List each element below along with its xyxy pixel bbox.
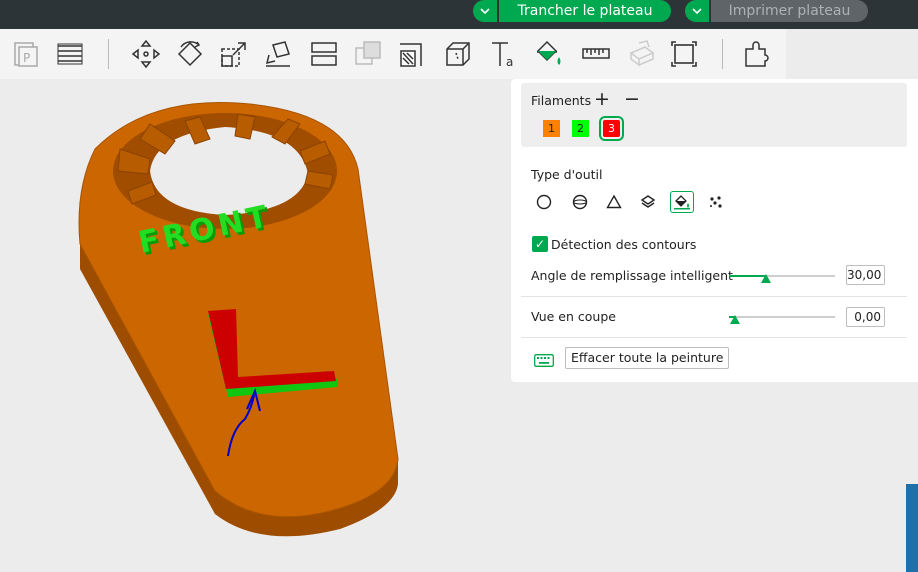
chevron-down-icon[interactable] — [685, 0, 709, 22]
rotate-icon[interactable] — [174, 38, 206, 70]
filament-chip-3[interactable]: 3 — [599, 116, 624, 141]
edge-detection-checkbox[interactable]: ✓ — [532, 236, 548, 252]
section-view-input[interactable]: 0,00 — [846, 307, 885, 327]
text-icon[interactable]: a — [488, 38, 520, 70]
filaments-title: Filaments — [531, 93, 592, 108]
triangle-icon[interactable] — [602, 191, 626, 213]
print-plate-button[interactable]: Imprimer plateau — [685, 0, 868, 22]
filament-chip-2[interactable]: 2 — [572, 120, 589, 137]
gap-fill-icon[interactable] — [704, 191, 728, 213]
bucket-fill-icon[interactable] — [670, 191, 694, 213]
lay-on-face-icon[interactable] — [262, 38, 294, 70]
remove-filament-button[interactable]: − — [622, 88, 642, 110]
smart-fill-angle-input[interactable]: 30,00 — [846, 265, 885, 285]
print-plate-label[interactable]: Imprimer plateau — [711, 0, 868, 22]
filament-chip-1[interactable]: 1 — [543, 120, 560, 137]
split-icon[interactable] — [308, 38, 340, 70]
divider — [521, 337, 907, 338]
slider-track — [729, 316, 835, 318]
measure-box-icon[interactable] — [442, 38, 474, 70]
slider-thumb[interactable] — [761, 274, 771, 283]
cut-icon[interactable] — [396, 38, 428, 70]
slice-plate-label[interactable]: Trancher le plateau — [499, 0, 671, 22]
plate-icon[interactable]: P — [10, 38, 42, 70]
section-view-slider[interactable] — [729, 311, 835, 325]
ruler-icon[interactable] — [580, 38, 612, 70]
smart-fill-angle-label: Angle de remplissage intelligent — [531, 268, 733, 283]
slice-plate-button[interactable]: Trancher le plateau — [473, 0, 671, 22]
top-bar: Trancher le plateau Imprimer plateau — [0, 0, 918, 29]
paint-panel: Filaments + − 1 2 3 Type d'outil ✓ Détec… — [511, 79, 918, 382]
add-filament-button[interactable]: + — [592, 88, 612, 110]
support-icon[interactable] — [742, 38, 774, 70]
keyboard-icon[interactable] — [534, 352, 554, 371]
background-window-edge — [906, 484, 918, 572]
section-view-label: Vue en coupe — [531, 309, 616, 324]
divider — [521, 296, 907, 297]
svg-text:a: a — [506, 55, 513, 69]
tool-type-label: Type d'outil — [531, 167, 603, 182]
move-icon[interactable] — [130, 38, 162, 70]
layers-icon[interactable] — [54, 38, 86, 70]
boolean-icon[interactable] — [352, 38, 384, 70]
layers-fill-icon[interactable] — [636, 191, 660, 213]
toolbar-divider — [722, 39, 723, 69]
circle-icon[interactable] — [532, 191, 556, 213]
slider-thumb[interactable] — [730, 315, 740, 324]
toolbar: P a — [0, 29, 786, 79]
assembly-icon[interactable] — [626, 38, 658, 70]
sphere-icon[interactable] — [568, 191, 592, 213]
filaments-section: Filaments + − 1 2 3 — [521, 83, 907, 147]
svg-text:P: P — [23, 51, 30, 65]
edge-detection-label: Détection des contours — [551, 237, 697, 252]
fit-icon[interactable] — [668, 38, 700, 70]
toolbar-divider — [108, 39, 109, 69]
paint-icon[interactable] — [532, 38, 564, 70]
tool-type-group — [532, 191, 732, 213]
erase-all-painting-button[interactable]: Effacer toute la peinture — [565, 347, 730, 369]
smart-fill-angle-slider[interactable] — [729, 270, 835, 284]
scale-icon[interactable] — [218, 38, 250, 70]
chevron-down-icon[interactable] — [473, 0, 497, 22]
